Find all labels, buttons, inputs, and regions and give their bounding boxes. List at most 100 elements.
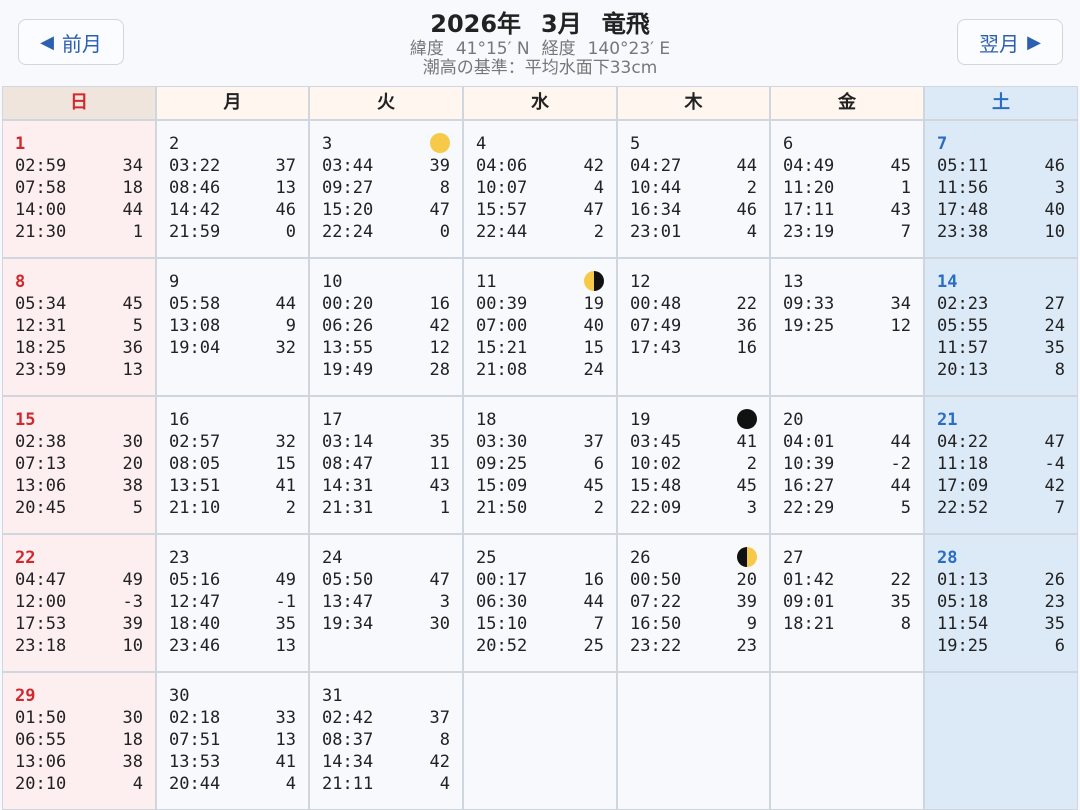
tide-time: 13:53: [169, 752, 221, 772]
tide-height: 22: [890, 570, 911, 590]
tide-height: 30: [122, 432, 143, 452]
day-number: 14: [937, 272, 958, 292]
tide-height: 7: [900, 222, 911, 242]
tide-time: 00:50: [630, 570, 682, 590]
tide-entry: 23:01 4: [630, 221, 757, 243]
tide-height: 49: [122, 570, 143, 590]
tide-time: 05:55: [937, 316, 989, 336]
day-number: 7: [937, 134, 948, 154]
day-number: 31: [322, 686, 343, 706]
tide-height: 42: [1044, 476, 1065, 496]
day-number: 25: [476, 548, 497, 568]
tide-entry: 04:47 49: [15, 569, 143, 591]
tide-entry: 16:50 9: [630, 613, 757, 635]
tide-entry: 04:06 42: [476, 155, 604, 177]
tide-entry: 22:52 7: [937, 497, 1065, 519]
tide-time: 15:21: [476, 338, 528, 358]
tide-entry: 02:38 30: [15, 431, 143, 453]
tide-entry: 00:17 16: [476, 569, 604, 591]
tide-height: 42: [429, 752, 450, 772]
tide-height: 8: [900, 614, 911, 634]
tide-entry: 09:25 6: [476, 453, 604, 475]
day-cell: 23 05:16 49 12:47 -1 18:40 35 23:46 13: [156, 534, 309, 672]
tide-entry: 04:27 44: [630, 155, 757, 177]
day-number: 2: [169, 134, 180, 154]
tide-time: 05:50: [322, 570, 374, 590]
day-number: 27: [783, 548, 804, 568]
tide-time: 22:29: [783, 498, 835, 518]
day-number: 29: [15, 686, 36, 706]
tide-time: 21:50: [476, 498, 528, 518]
tide-height: 41: [736, 432, 757, 452]
tide-list: 00:17 16 06:30 44 15:10 7 20:52 25: [476, 569, 604, 657]
tide-height: 7: [1054, 498, 1065, 518]
tide-time: 13:55: [322, 338, 374, 358]
day-number: 5: [630, 134, 641, 154]
tide-time: 11:56: [937, 178, 989, 198]
tide-time: 10:44: [630, 178, 682, 198]
day-cell: 12 00:48 22 07:49 36 17:43 16: [617, 258, 770, 396]
tide-time: 06:55: [15, 730, 67, 750]
tide-time: 08:46: [169, 178, 221, 198]
tide-list: 00:20 16 06:26 42 13:55 12 19:49 28: [322, 293, 450, 381]
empty-day-cell: [617, 672, 770, 810]
tide-time: 22:24: [322, 222, 374, 242]
tide-entry: 05:50 47: [322, 569, 450, 591]
tide-height: 44: [122, 200, 143, 220]
prev-month-button[interactable]: ◀ 前月: [18, 19, 124, 65]
tide-time: 03:44: [322, 156, 374, 176]
tide-time: 08:05: [169, 454, 221, 474]
tide-height: 23: [736, 636, 757, 656]
tide-entry: 21:11 4: [322, 773, 450, 795]
tide-entry: 00:48 22: [630, 293, 757, 315]
tide-time: 23:01: [630, 222, 682, 242]
title-block: 2026年 3月 竜飛 緯度 41°15′ N 経度 140°23′ E 潮高の基準：平均…: [240, 8, 840, 78]
tide-entry: 18:40 35: [169, 613, 296, 635]
empty-day-cell: [463, 672, 617, 810]
tide-entry: 10:39 -2: [783, 453, 911, 475]
empty-day-cell: [770, 672, 924, 810]
tide-time: 19:25: [937, 636, 989, 656]
last-quarter-moon-icon: [584, 271, 604, 291]
tide-entry: 08:37 8: [322, 729, 450, 751]
tide-entry: 12:47 -1: [169, 591, 296, 613]
tide-entry: 09:27 8: [322, 177, 450, 199]
tide-entry: 13:53 41: [169, 751, 296, 773]
day-cell: 26 00:50 20 07:22 39 16:50 9 23:22 23: [617, 534, 770, 672]
next-month-button[interactable]: 翌月 ▶: [957, 19, 1063, 65]
tide-entry: 02:57 32: [169, 431, 296, 453]
tide-time: 17:48: [937, 200, 989, 220]
tide-height: 3: [1054, 178, 1065, 198]
tide-height: -2: [890, 454, 911, 474]
tide-height: 37: [583, 432, 604, 452]
tide-list: 09:33 34 19:25 12: [783, 293, 911, 337]
tide-entry: 15:09 45: [476, 475, 604, 497]
day-number: 4: [476, 134, 487, 154]
tide-time: 07:13: [15, 454, 67, 474]
tide-height: 16: [429, 294, 450, 314]
weekday-sunday: 日: [2, 86, 156, 120]
day-number: 13: [783, 272, 804, 292]
day-number: 8: [15, 272, 26, 292]
tide-height: -1: [275, 592, 296, 612]
tide-time: 23:59: [15, 360, 67, 380]
tide-height: -3: [122, 592, 143, 612]
tide-height: 0: [285, 222, 296, 242]
tide-entry: 23:18 10: [15, 635, 143, 657]
tide-height: 12: [429, 338, 450, 358]
tide-list: 04:22 47 11:18 -4 17:09 42 22:52 7: [937, 431, 1065, 519]
tide-entry: 04:22 47: [937, 431, 1065, 453]
tide-height: 16: [736, 338, 757, 358]
tide-entry: 06:26 42: [322, 315, 450, 337]
tide-time: 08:37: [322, 730, 374, 750]
tide-entry: 05:58 44: [169, 293, 296, 315]
tide-height: 35: [429, 432, 450, 452]
tide-time: 11:54: [937, 614, 989, 634]
tide-datum: 潮高の基準：平均水面下33cm: [422, 58, 658, 78]
tide-entry: 10:44 2: [630, 177, 757, 199]
tide-time: 06:30: [476, 592, 528, 612]
tide-entry: 07:49 36: [630, 315, 757, 337]
tide-entry: 02:59 34: [15, 155, 143, 177]
day-cell: 11 00:39 19 07:00 40 15:21 15 21:08 24: [463, 258, 617, 396]
tide-height: 2: [746, 178, 757, 198]
